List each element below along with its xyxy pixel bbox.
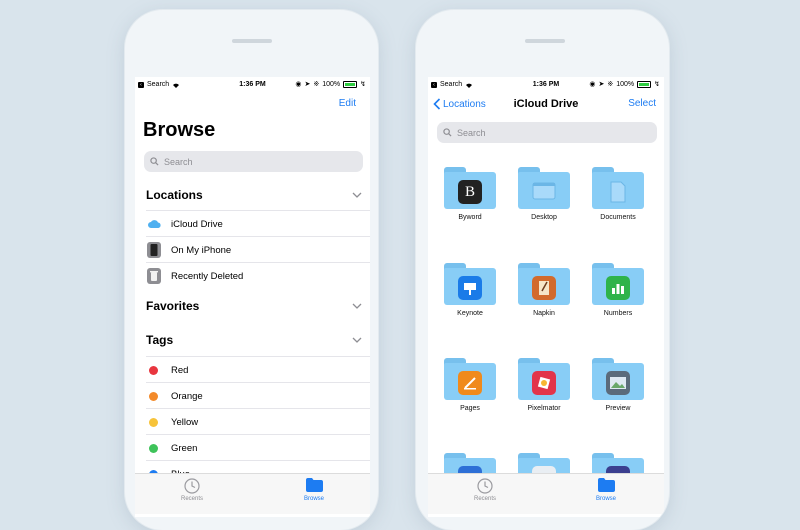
folder-label: Numbers xyxy=(603,310,633,317)
tab-bar: Recents Browse xyxy=(135,473,370,514)
tab-label: Browse xyxy=(303,496,324,502)
iphone-icon xyxy=(146,242,162,258)
desktop-icon xyxy=(532,180,556,204)
speaker-grille xyxy=(232,39,272,43)
tag-label: Green xyxy=(171,442,198,454)
clock-icon xyxy=(455,478,515,494)
edit-button[interactable]: Edit xyxy=(339,98,356,109)
battery-icon xyxy=(637,80,652,88)
numbers-icon xyxy=(606,276,630,300)
folder-label: Pixelmator xyxy=(527,405,561,412)
bluetooth-icon: ※ xyxy=(313,81,320,88)
keynote-icon xyxy=(458,276,482,300)
location-item-recently-deleted[interactable]: Recently Deleted xyxy=(146,262,370,289)
tab-label: Browse xyxy=(595,496,616,502)
pixelmator-icon xyxy=(532,371,556,395)
folder-label: Byword xyxy=(458,214,482,221)
folder-numbers[interactable]: Numbers xyxy=(582,263,654,317)
tag-label: Yellow xyxy=(171,416,199,428)
tag-label: Orange xyxy=(171,390,203,402)
tab-browse[interactable]: Browse xyxy=(284,478,344,502)
tags-header[interactable]: Tags xyxy=(146,333,173,347)
browse-screen: ‹ Search 1:36 PM ◉ ➤ ※ 100% ↯ Edit Browse… xyxy=(135,77,370,517)
napkin-icon xyxy=(532,276,556,300)
byword-icon: B xyxy=(458,180,482,204)
locations-header[interactable]: Locations xyxy=(146,188,203,202)
phone-frame-right: ‹ Search 1:36 PM ◉ ➤ ※ 100% ↯ Locations i… xyxy=(416,10,669,530)
orange-tag-dot-icon xyxy=(149,391,158,401)
folder-label: Napkin xyxy=(533,310,555,317)
lock-rotation-icon: ◉ xyxy=(589,81,596,88)
battery-icon xyxy=(343,80,358,88)
folder-label: Documents xyxy=(600,214,636,221)
yellow-tag-dot-icon xyxy=(149,417,158,427)
lock-rotation-icon: ◉ xyxy=(295,81,302,88)
status-bar: ‹ Search 1:36 PM ◉ ➤ ※ 100% ↯ xyxy=(428,77,664,93)
location-item-icloud-drive[interactable]: iCloud Drive xyxy=(146,210,370,237)
search-icon xyxy=(443,128,453,137)
search-icon xyxy=(150,157,160,166)
tag-item-red[interactable]: Red xyxy=(146,356,370,383)
location-label: Recently Deleted xyxy=(171,270,244,282)
icloud-drive-screen: ‹ Search 1:36 PM ◉ ➤ ※ 100% ↯ Locations i… xyxy=(428,77,664,517)
trash-icon xyxy=(146,268,162,284)
folder-keynote[interactable]: Keynote xyxy=(434,263,506,317)
page-title: Browse xyxy=(143,119,216,141)
preview-icon xyxy=(606,371,630,395)
location-icon: ➤ xyxy=(598,81,605,88)
battery-percent: 100% xyxy=(616,80,635,88)
folder-napkin[interactable]: Napkin xyxy=(508,263,580,317)
select-button[interactable]: Select xyxy=(628,98,656,109)
folder-label: Keynote xyxy=(457,310,483,317)
folder-label: Pages xyxy=(460,405,480,412)
chevron-down-icon[interactable] xyxy=(352,302,362,310)
favorites-header[interactable]: Favorites xyxy=(146,299,199,313)
red-tag-dot-icon xyxy=(149,365,158,375)
search-placeholder: Search xyxy=(457,127,486,138)
documents-icon xyxy=(606,180,630,204)
location-label: On My iPhone xyxy=(171,244,232,256)
charging-icon: ↯ xyxy=(654,81,660,88)
folder-documents[interactable]: Documents xyxy=(582,167,654,221)
folder-label: Desktop xyxy=(531,214,557,221)
folder-icon xyxy=(576,478,636,494)
charging-icon: ↯ xyxy=(360,81,366,88)
folder-label: Preview xyxy=(605,405,631,412)
folder-pixelmator[interactable]: Pixelmator xyxy=(508,358,580,412)
tab-recents[interactable]: Recents xyxy=(162,478,222,502)
pages-icon xyxy=(458,371,482,395)
tab-label: Recents xyxy=(180,496,203,502)
clock-icon xyxy=(162,478,222,494)
bluetooth-icon: ※ xyxy=(607,81,614,88)
folder-icon xyxy=(284,478,344,494)
icloud-icon xyxy=(146,216,162,232)
phone-frame-left: ‹ Search 1:36 PM ◉ ➤ ※ 100% ↯ Edit Browse… xyxy=(125,10,378,530)
location-label: iCloud Drive xyxy=(171,218,223,230)
tag-item-yellow[interactable]: Yellow xyxy=(146,408,370,435)
tag-item-orange[interactable]: Orange xyxy=(146,382,370,409)
folder-pages[interactable]: Pages xyxy=(434,358,506,412)
folder-desktop[interactable]: Desktop xyxy=(508,167,580,221)
speaker-grille xyxy=(525,39,565,43)
battery-percent: 100% xyxy=(322,80,341,88)
location-item-on-my-iphone[interactable]: On My iPhone xyxy=(146,236,370,263)
tab-recents[interactable]: Recents xyxy=(455,478,515,502)
tag-item-green[interactable]: Green xyxy=(146,434,370,461)
folder-byword[interactable]: B Byword xyxy=(434,167,506,221)
search-input[interactable]: Search xyxy=(437,122,657,143)
tag-label: Red xyxy=(171,364,189,376)
tab-label: Recents xyxy=(473,496,496,502)
search-placeholder: Search xyxy=(164,156,193,167)
search-input[interactable]: Search xyxy=(144,151,363,172)
chevron-down-icon[interactable] xyxy=(352,336,362,344)
tab-bar: Recents Browse xyxy=(428,473,664,514)
green-tag-dot-icon xyxy=(149,443,158,453)
chevron-down-icon[interactable] xyxy=(352,191,362,199)
location-icon: ➤ xyxy=(304,81,311,88)
tab-browse[interactable]: Browse xyxy=(576,478,636,502)
folder-preview[interactable]: Preview xyxy=(582,358,654,412)
status-bar: ‹ Search 1:36 PM ◉ ➤ ※ 100% ↯ xyxy=(135,77,370,93)
